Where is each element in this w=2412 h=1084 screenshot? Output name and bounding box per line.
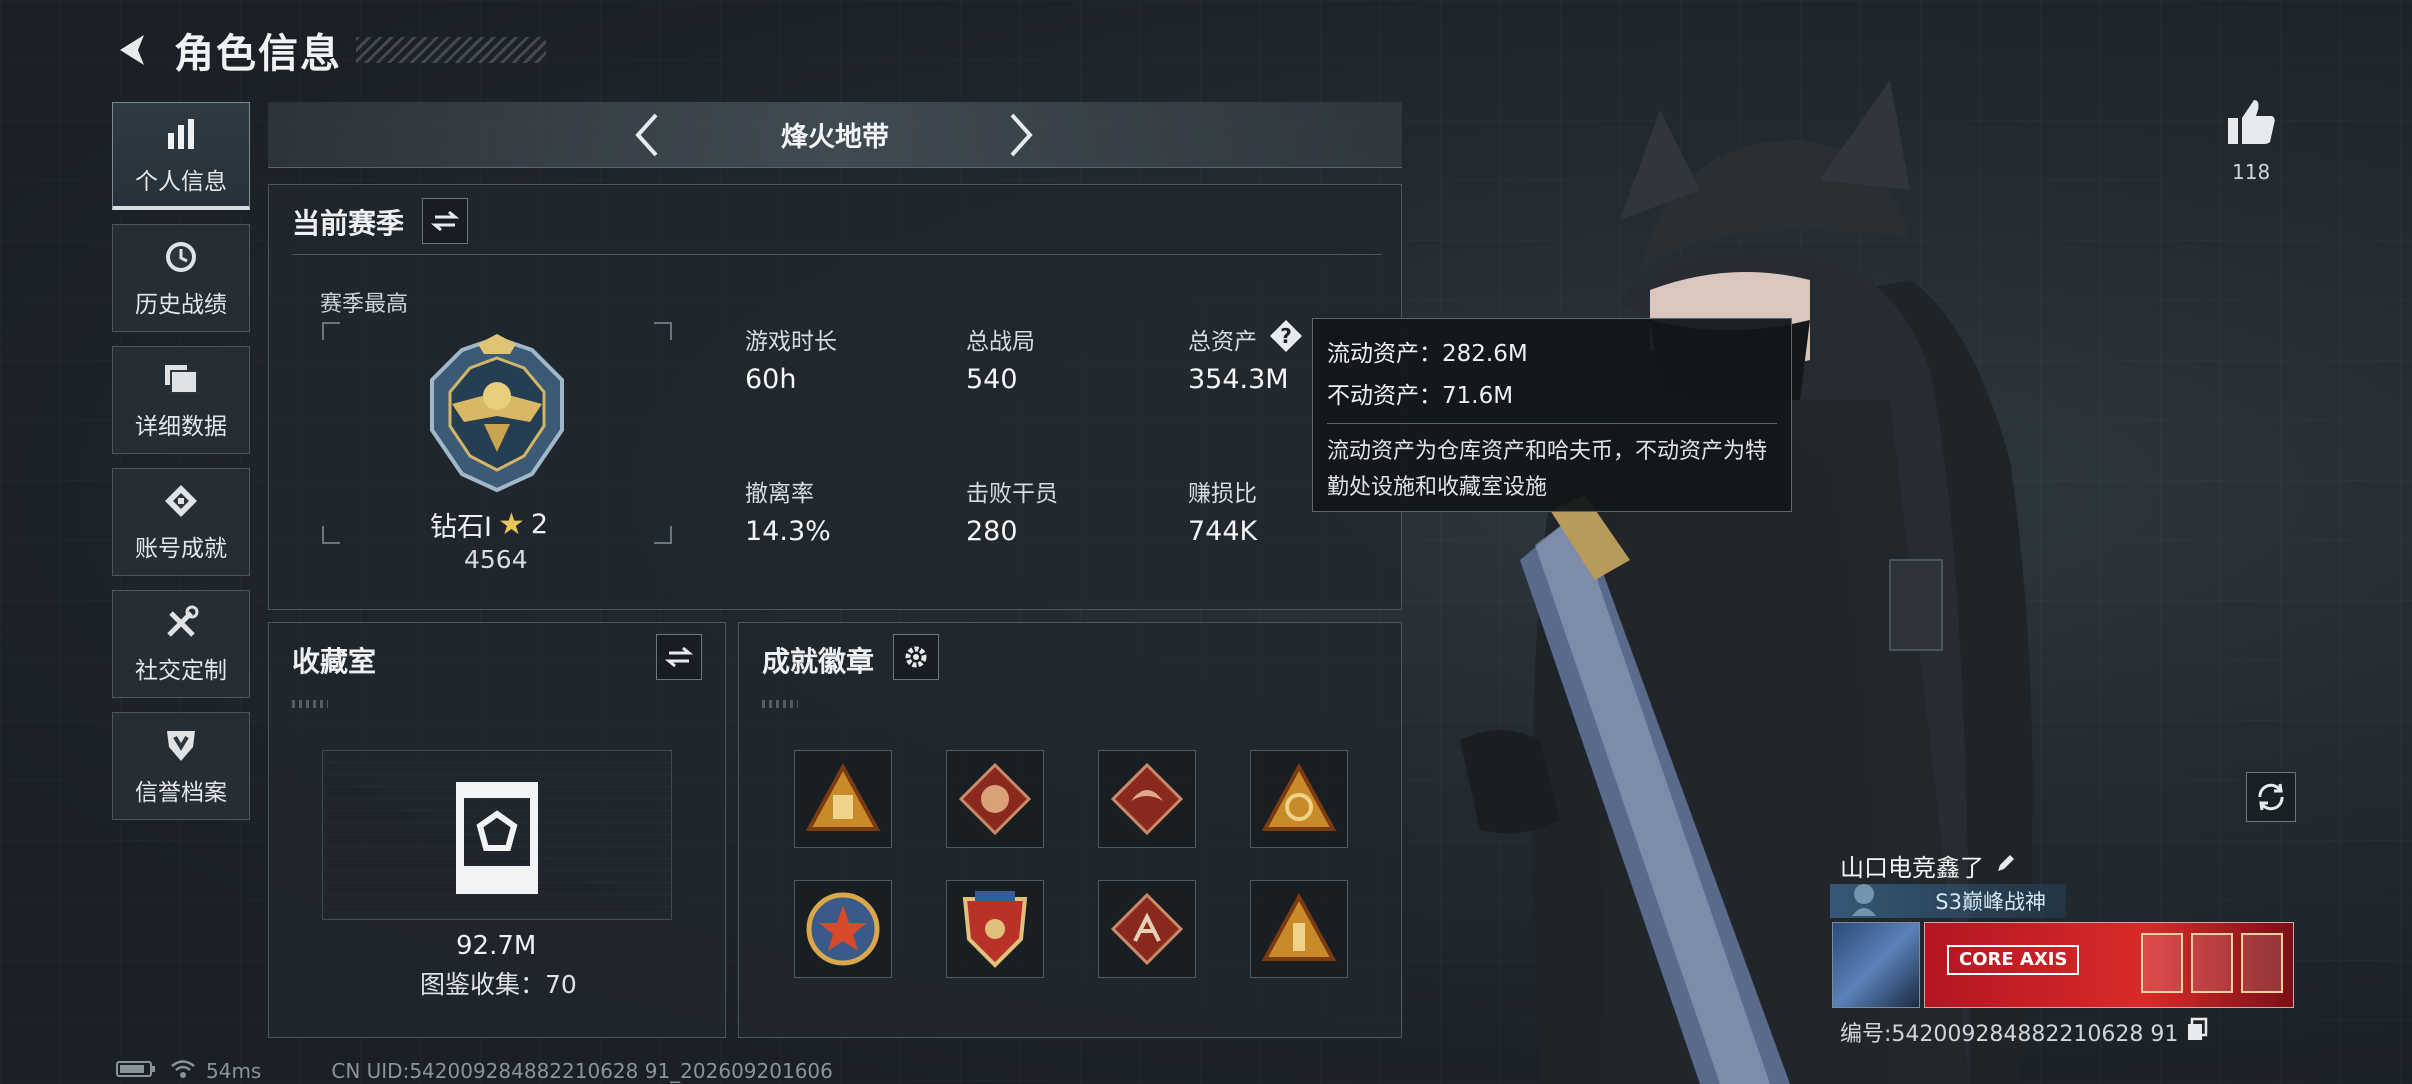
collection-count: 图鉴收集：70 bbox=[420, 970, 577, 999]
stat-value-kills: 280 bbox=[966, 516, 1018, 547]
asset-tooltip: 流动资产：282.6M 不动资产：71.6M 流动资产为仓库资产和哈夫币，不动资… bbox=[1312, 318, 1792, 512]
swap-collection-button[interactable] bbox=[656, 634, 702, 680]
season-title: 当前赛季 bbox=[292, 207, 405, 240]
back-arrow-icon[interactable] bbox=[112, 28, 156, 72]
sidebar-item-detail-data[interactable]: 详细数据 bbox=[112, 346, 250, 454]
help-icon[interactable]: ? bbox=[1268, 318, 1304, 354]
rank-star-count: 2 bbox=[530, 509, 549, 540]
sidebar-item-achievements[interactable]: 账号成就 bbox=[112, 468, 250, 576]
season-divider bbox=[292, 254, 1382, 255]
sidebar-item-personal-info[interactable]: 个人信息 bbox=[112, 102, 250, 210]
stat-label-extract-rate: 撤离率 bbox=[745, 481, 814, 507]
badge-runner-icon[interactable] bbox=[1098, 880, 1196, 978]
season-best-label: 赛季最高 bbox=[320, 292, 409, 317]
chevron-left-icon[interactable] bbox=[624, 112, 670, 158]
badge-dragon-icon[interactable] bbox=[1098, 750, 1196, 848]
mode-label: 烽火地带 bbox=[781, 122, 889, 153]
player-id-text: 编号:542009284882210628 91 bbox=[1840, 1022, 2179, 1047]
sidebar-item-social[interactable]: 社交定制 bbox=[112, 590, 250, 698]
clock-icon bbox=[161, 237, 201, 277]
edit-icon[interactable] bbox=[1994, 851, 2018, 881]
stat-label-kills: 击败干员 bbox=[966, 481, 1058, 507]
player-id: 编号:542009284882210628 91 bbox=[1840, 1016, 2208, 1048]
sidebar-item-label: 详细数据 bbox=[135, 414, 227, 440]
uid-text: CN UID:542009284882210628 91_20260920160… bbox=[331, 1059, 833, 1083]
collection-decoration bbox=[292, 700, 328, 708]
achievements-decoration bbox=[762, 700, 798, 708]
tooltip-fixed-assets: 不动资产：71.6M bbox=[1327, 383, 1514, 409]
player-banner[interactable]: CORE AXIS bbox=[1924, 922, 2294, 1008]
badge-settings-button[interactable] bbox=[893, 634, 939, 680]
stat-label-total-matches: 总战局 bbox=[966, 329, 1035, 355]
player-avatar[interactable] bbox=[1832, 922, 1920, 1008]
badge-tower-icon[interactable] bbox=[1250, 880, 1348, 978]
battery-icon bbox=[116, 1059, 156, 1083]
player-name-text: 山口电竞鑫了 bbox=[1840, 854, 1984, 882]
chevron-right-icon[interactable] bbox=[998, 112, 1044, 158]
bar-chart-icon bbox=[161, 114, 201, 154]
status-bar: 54ms CN UID:542009284882210628 91_202609… bbox=[116, 1058, 833, 1084]
badge-triangle-icon[interactable] bbox=[794, 750, 892, 848]
svg-text:?: ? bbox=[1280, 324, 1292, 348]
badge-crest-icon[interactable] bbox=[946, 880, 1044, 978]
collection-title: 收藏室 bbox=[292, 645, 377, 678]
stat-label-total-assets: 总资产 bbox=[1188, 329, 1257, 355]
tooltip-description: 流动资产为仓库资产和哈夫币，不动资产为特勤处设施和收藏室设施 bbox=[1327, 439, 1768, 500]
stat-value-total-assets: 354.3M bbox=[1188, 364, 1289, 395]
collection-value: 92.7M bbox=[456, 931, 537, 961]
tooltip-liquid-assets: 流动资产：282.6M bbox=[1327, 341, 1528, 367]
ping-text: 54ms bbox=[206, 1059, 262, 1083]
sidebar-item-history[interactable]: 历史战绩 bbox=[112, 224, 250, 332]
badge-star-icon[interactable] bbox=[794, 880, 892, 978]
stat-label-play-time: 游戏时长 bbox=[745, 329, 837, 355]
stat-label-profit-ratio: 赚损比 bbox=[1188, 481, 1257, 507]
stat-value-play-time: 60h bbox=[745, 364, 797, 395]
stat-value-extract-rate: 14.3% bbox=[745, 516, 831, 547]
badge-beast-icon[interactable] bbox=[946, 750, 1044, 848]
rotate-model-button[interactable] bbox=[2246, 772, 2296, 822]
rank-score: 4564 bbox=[464, 545, 528, 574]
badge-radar-icon[interactable] bbox=[1250, 750, 1348, 848]
page-header: 角色信息 bbox=[112, 22, 546, 78]
achievement-icon bbox=[161, 481, 201, 521]
collection-room-icon bbox=[450, 780, 544, 894]
swap-season-button[interactable] bbox=[422, 198, 468, 244]
shield-icon bbox=[161, 725, 201, 765]
stat-value-profit-ratio: 744K bbox=[1188, 516, 1258, 547]
sidebar-item-label: 账号成就 bbox=[135, 536, 227, 562]
page-title: 角色信息 bbox=[174, 31, 342, 77]
rank-emblem-icon bbox=[412, 334, 582, 494]
sidebar-item-label: 个人信息 bbox=[135, 168, 227, 195]
mode-switcher: 烽火地带 bbox=[268, 102, 1402, 168]
folder-icon bbox=[161, 359, 201, 399]
title-decoration bbox=[356, 37, 546, 63]
sidebar: 个人信息 历史战绩 详细数据 账号成就 社交定制 信誉档案 bbox=[112, 102, 250, 834]
wifi-icon bbox=[170, 1059, 196, 1084]
rank-star-icon: ★ bbox=[497, 507, 525, 542]
stat-value-total-matches: 540 bbox=[966, 364, 1018, 395]
tools-icon bbox=[161, 603, 201, 643]
player-title-tag: S3巅峰战神 bbox=[1830, 884, 2066, 918]
sidebar-item-reputation[interactable]: 信誉档案 bbox=[112, 712, 250, 820]
rank-name: 钻石Ⅰ ★ 2 bbox=[430, 505, 548, 544]
like-count: 118 bbox=[2232, 160, 2271, 184]
tooltip-divider bbox=[1327, 423, 1777, 424]
player-name: 山口电竞鑫了 bbox=[1840, 848, 2018, 883]
banner-cells bbox=[2141, 933, 2283, 993]
thumbs-up-icon[interactable] bbox=[2226, 96, 2282, 152]
copy-icon[interactable] bbox=[2186, 1017, 2208, 1047]
sidebar-item-label: 社交定制 bbox=[135, 658, 227, 684]
banner-logo: CORE AXIS bbox=[1947, 945, 2080, 975]
rank-name-text: 钻石Ⅰ bbox=[430, 512, 492, 543]
sidebar-item-label: 信誉档案 bbox=[135, 780, 227, 806]
achievements-title: 成就徽章 bbox=[762, 645, 875, 678]
sidebar-item-label: 历史战绩 bbox=[135, 292, 227, 318]
